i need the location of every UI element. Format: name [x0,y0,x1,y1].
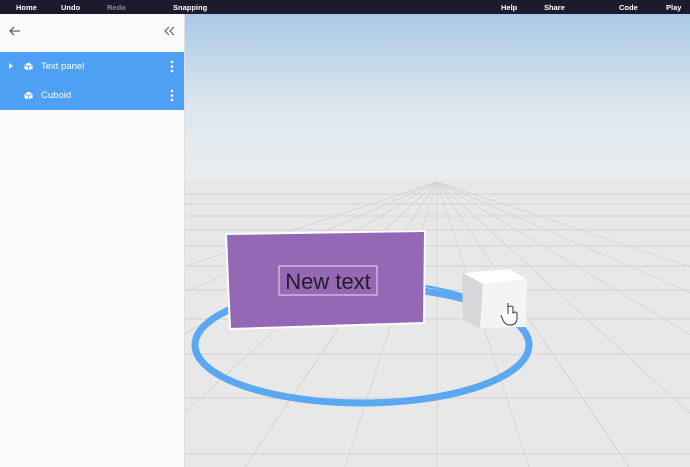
undo-button[interactable]: Undo [61,3,80,12]
back-arrow-icon[interactable] [8,24,22,38]
sky [185,14,690,184]
expand-caret-icon[interactable] [9,63,13,69]
text-panel-object[interactable]: New text [225,230,426,330]
redo-button[interactable]: Redo [107,3,126,12]
sidebar-item-label: Text panel [41,61,85,72]
code-button[interactable]: Code [619,3,638,12]
sidebar-item-cuboid[interactable]: Cuboid [0,81,184,110]
sidebar-item-text-panel[interactable]: Text panel [0,52,184,81]
help-button[interactable]: Help [501,3,517,12]
sidebar-header [0,14,184,52]
share-button[interactable]: Share [544,3,565,12]
snapping-button[interactable]: Snapping [173,3,207,12]
cube-icon [24,91,33,100]
top-menu-bar: Home Undo Redo Snapping Help Share Code … [0,0,690,14]
more-options-icon[interactable] [170,89,174,102]
sidebar-item-label: Cuboid [41,90,72,101]
cube-icon [24,62,33,71]
home-button[interactable]: Home [16,3,37,12]
more-options-icon[interactable] [170,60,174,73]
scene-sidebar: Text panel Cuboid [0,14,185,467]
scene-canvas[interactable]: New text [185,14,690,467]
play-button[interactable]: Play [666,3,681,12]
panel-text[interactable]: New text [285,269,371,294]
3d-viewport[interactable]: New text [185,14,690,467]
collapse-sidebar-icon[interactable] [162,24,176,38]
